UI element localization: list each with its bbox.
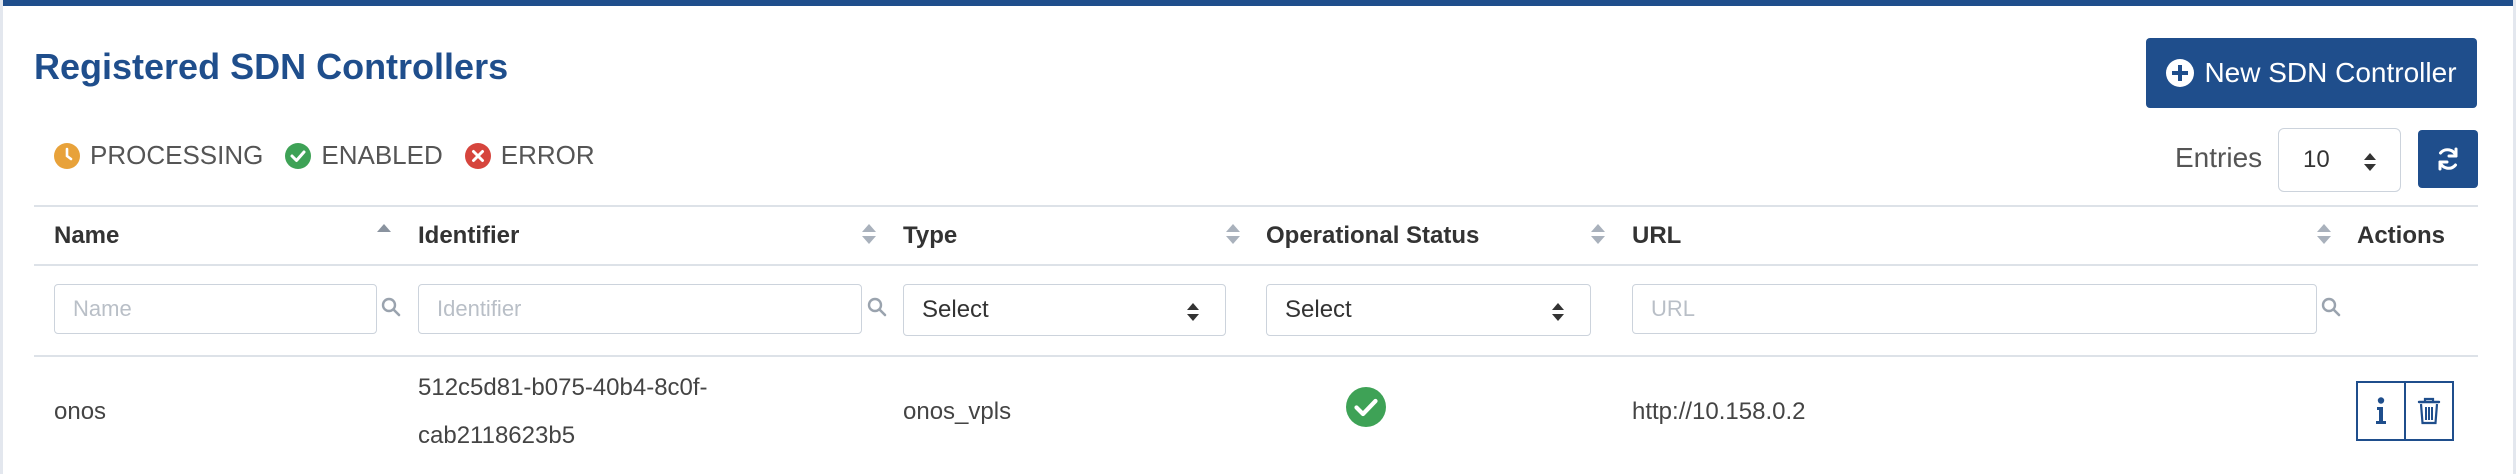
x-circle-icon	[464, 142, 491, 169]
row-url: http://10.158.0.2	[1632, 398, 1806, 425]
left-border	[0, 0, 3, 474]
type-filter-value: Select	[922, 296, 989, 323]
column-header-type[interactable]: Type	[903, 222, 957, 250]
top-accent-bar	[0, 0, 2516, 6]
filter-row-bottom-border	[34, 355, 2478, 357]
status-filter-value: Select	[1285, 296, 1352, 323]
entries-label: Entries	[2175, 142, 2263, 173]
legend-error: ERROR	[464, 140, 595, 171]
row-type: onos_vpls	[903, 398, 1012, 425]
row-identifier-line1: 512c5d81-b075-40b4-8c0f-	[418, 374, 708, 401]
sort-icon[interactable]	[1226, 224, 1240, 246]
new-sdn-controller-label: New SDN Controller	[2204, 57, 2457, 88]
entries-select[interactable]: 10	[2278, 128, 2401, 192]
column-header-operational-status[interactable]: Operational Status	[1266, 222, 1479, 250]
header-bottom-border	[34, 264, 2478, 266]
refresh-button[interactable]	[2418, 130, 2478, 188]
info-button[interactable]	[2356, 381, 2406, 441]
row-identifier-line2: cab2118623b5	[418, 422, 576, 449]
clock-icon	[54, 142, 80, 169]
type-filter-select[interactable]: Select	[903, 284, 1226, 336]
status-legend: PROCESSING ENABLED ERROR	[54, 140, 617, 171]
legend-enabled-label: ENABLED	[321, 140, 443, 170]
entries-value: 10	[2303, 146, 2330, 173]
sort-icon[interactable]	[1591, 224, 1605, 246]
legend-processing: PROCESSING	[54, 140, 263, 171]
sort-icon[interactable]	[2317, 224, 2331, 246]
new-sdn-controller-button[interactable]: New SDN Controller	[2146, 38, 2477, 108]
page-title: Registered SDN Controllers	[34, 46, 509, 87]
check-circle-icon	[285, 142, 312, 169]
row-name: onos	[54, 398, 107, 425]
search-icon	[381, 297, 401, 317]
search-icon	[867, 297, 887, 317]
sort-caret-icon	[1552, 303, 1564, 321]
column-header-name[interactable]: Name	[54, 222, 119, 250]
column-header-identifier[interactable]: Identifier	[418, 222, 519, 250]
legend-error-label: ERROR	[500, 140, 595, 170]
url-filter-input[interactable]	[1632, 284, 2317, 334]
sort-icon[interactable]	[862, 224, 876, 246]
plus-circle-icon	[2166, 59, 2195, 87]
refresh-icon	[2438, 147, 2458, 171]
trash-icon	[2417, 397, 2441, 425]
column-header-url[interactable]: URL	[1632, 222, 1681, 250]
column-header-actions: Actions	[2357, 222, 2446, 249]
enabled-status-icon	[1346, 387, 1386, 427]
status-filter-select[interactable]: Select	[1266, 284, 1591, 336]
search-icon	[2321, 297, 2341, 317]
name-filter-input[interactable]	[54, 284, 377, 334]
sort-caret-icon	[1187, 303, 1199, 321]
identifier-filter-input[interactable]	[418, 284, 862, 334]
table-top-border	[34, 205, 2478, 207]
sort-ascending-icon[interactable]	[377, 224, 391, 246]
sort-caret-icon	[2364, 153, 2376, 171]
legend-enabled: ENABLED	[285, 140, 443, 171]
legend-processing-label: PROCESSING	[90, 140, 264, 170]
delete-button[interactable]	[2404, 381, 2454, 441]
info-icon	[2376, 397, 2386, 424]
